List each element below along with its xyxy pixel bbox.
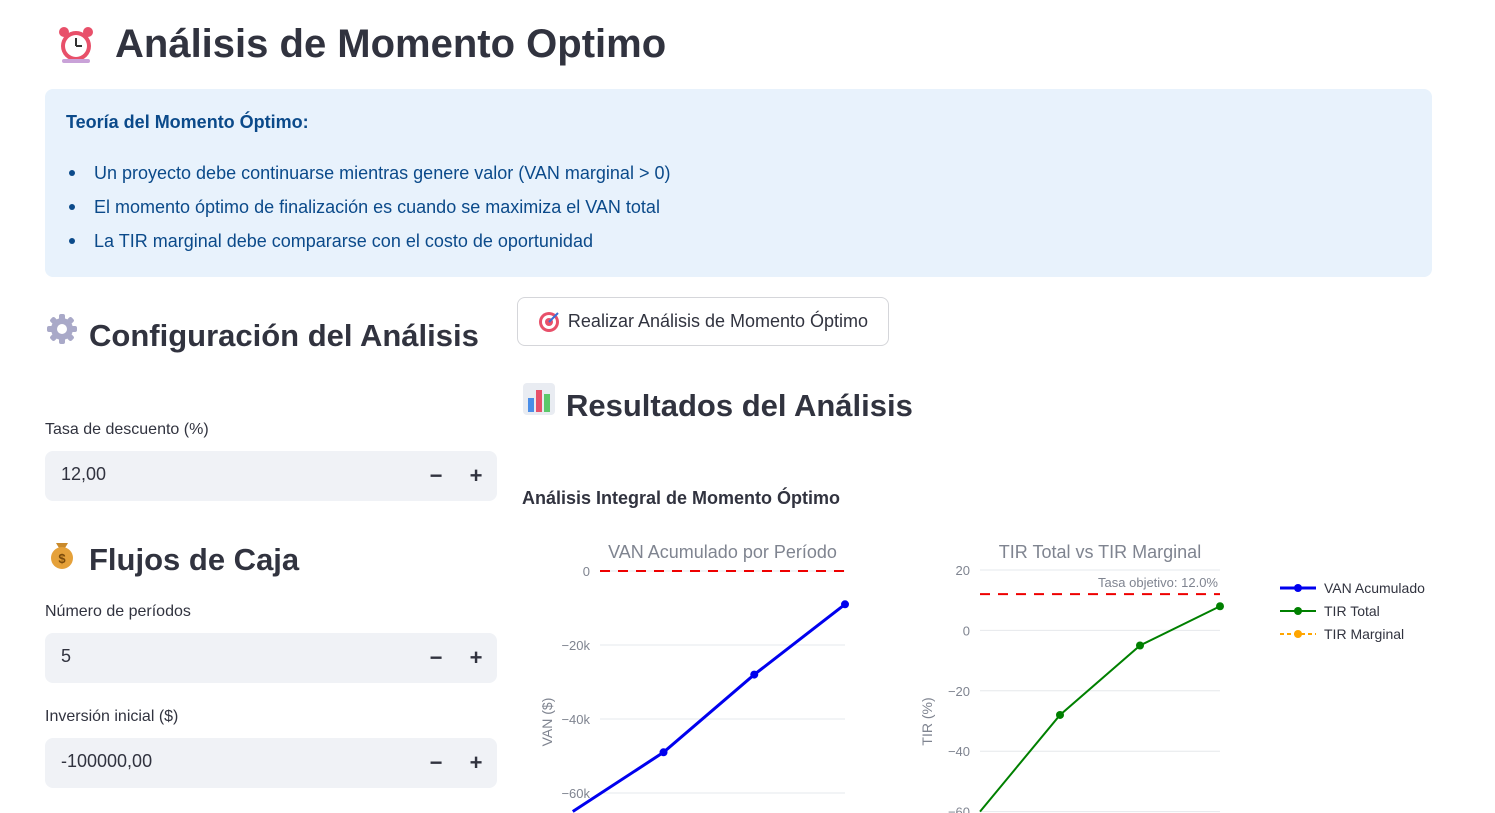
series-line — [979, 605, 1221, 813]
info-box: Teoría del Momento Óptimo: Un proyecto d… — [45, 89, 1432, 277]
investment-value[interactable]: -100000,00 — [61, 751, 152, 772]
discount-rate-increment-button[interactable]: + — [456, 451, 496, 501]
discount-rate-value[interactable]: 12,00 — [61, 464, 106, 485]
run-analysis-label: Realizar Análisis de Momento Óptimo — [567, 311, 869, 331]
legend-marker — [1294, 607, 1302, 615]
discount-rate-decrement-button[interactable]: − — [416, 451, 456, 501]
y-tick-label: 0 — [583, 564, 590, 579]
discount-rate-input[interactable]: 12,00 − + — [45, 451, 497, 501]
legend-marker — [1294, 630, 1302, 638]
investment-decrement-button[interactable]: − — [416, 738, 456, 788]
legend-label: TIR Marginal — [1324, 626, 1404, 642]
config-heading: Configuración del Análisis — [45, 312, 485, 358]
list-item: El momento óptimo de finalización es cua… — [66, 195, 670, 229]
investment-input[interactable]: -100000,00 − + — [45, 738, 497, 788]
results-heading: Resultados del Análisis — [522, 382, 913, 428]
y-tick-label: −40k — [561, 712, 590, 727]
investment-increment-button[interactable]: + — [456, 738, 496, 788]
legend-marker — [1294, 584, 1302, 592]
discount-rate-label: Tasa de descuento (%) — [45, 421, 209, 438]
money-bag-icon: $ — [45, 536, 79, 582]
periods-label: Número de períodos — [45, 603, 191, 620]
data-point — [841, 600, 849, 609]
chart-title: TIR Total vs TIR Marginal — [999, 542, 1201, 562]
chart-legend[interactable]: VAN Acumulado TIR Total TIR Marginal — [1280, 580, 1425, 642]
y-tick-label: −20k — [561, 638, 590, 653]
legend-item: TIR Total — [1280, 603, 1380, 619]
series-line — [571, 603, 846, 813]
bar-chart-icon — [522, 382, 556, 428]
tir-chart: TIR Total vs TIR Marginal 20 0 −20 −40 −60 TIR… — [919, 542, 1224, 813]
flows-heading-text: Flujos de Caja — [89, 542, 300, 577]
page-title-text: Análisis de Momento Optimo — [115, 21, 667, 66]
periods-decrement-button[interactable]: − — [416, 633, 456, 683]
alarm-clock-icon — [59, 27, 93, 63]
run-analysis-button[interactable]: Realizar Análisis de Momento Óptimo — [517, 297, 889, 346]
legend-item: TIR Marginal — [1280, 626, 1404, 642]
data-point — [750, 670, 759, 679]
results-heading-text: Resultados del Análisis — [566, 388, 913, 423]
gear-icon — [45, 312, 79, 358]
data-point — [1056, 710, 1064, 719]
target-icon — [538, 311, 559, 332]
y-tick-label: −60 — [948, 805, 970, 813]
legend-label: TIR Total — [1324, 603, 1380, 619]
y-tick-label: 20 — [956, 563, 970, 578]
threshold-label: Tasa objetivo: 12.0% — [1098, 575, 1218, 590]
info-list: Un proyecto debe continuarse mientras ge… — [66, 161, 670, 263]
y-axis-label: VAN ($) — [539, 698, 555, 747]
y-axis-label: TIR (%) — [919, 697, 935, 745]
svg-text:$: $ — [58, 551, 66, 566]
investment-label: Inversión inicial ($) — [45, 708, 179, 725]
y-tick-label: −40 — [948, 744, 970, 759]
periods-input[interactable]: 5 − + — [45, 633, 497, 683]
legend-label: VAN Acumulado — [1324, 580, 1425, 596]
data-point — [1216, 602, 1224, 611]
periods-value[interactable]: 5 — [61, 646, 71, 667]
data-point — [659, 748, 668, 757]
list-item: La TIR marginal debe compararse con el c… — [66, 229, 670, 263]
flows-heading: $ Flujos de Caja — [45, 536, 299, 582]
data-point — [1136, 641, 1144, 650]
page-title: Análisis de Momento Optimo — [55, 18, 666, 70]
y-tick-label: −60k — [561, 786, 590, 801]
info-title: Teoría del Momento Óptimo: — [66, 112, 309, 132]
y-tick-label: 0 — [963, 623, 970, 638]
chart-title: VAN Acumulado por Período — [608, 542, 837, 562]
legend-item: VAN Acumulado — [1280, 580, 1425, 596]
analysis-chart[interactable]: VAN Acumulado por Período 0 −20k −40k −60k VA… — [510, 530, 1470, 813]
list-item: Un proyecto debe continuarse mientras ge… — [66, 161, 670, 195]
van-chart: VAN Acumulado por Período 0 −20k −40k −60k VA… — [539, 542, 849, 813]
y-tick-label: −20 — [948, 684, 970, 699]
periods-increment-button[interactable]: + — [456, 633, 496, 683]
config-heading-text: Configuración del Análisis — [89, 318, 479, 353]
chart-section-title: Análisis Integral de Momento Óptimo — [522, 488, 841, 508]
